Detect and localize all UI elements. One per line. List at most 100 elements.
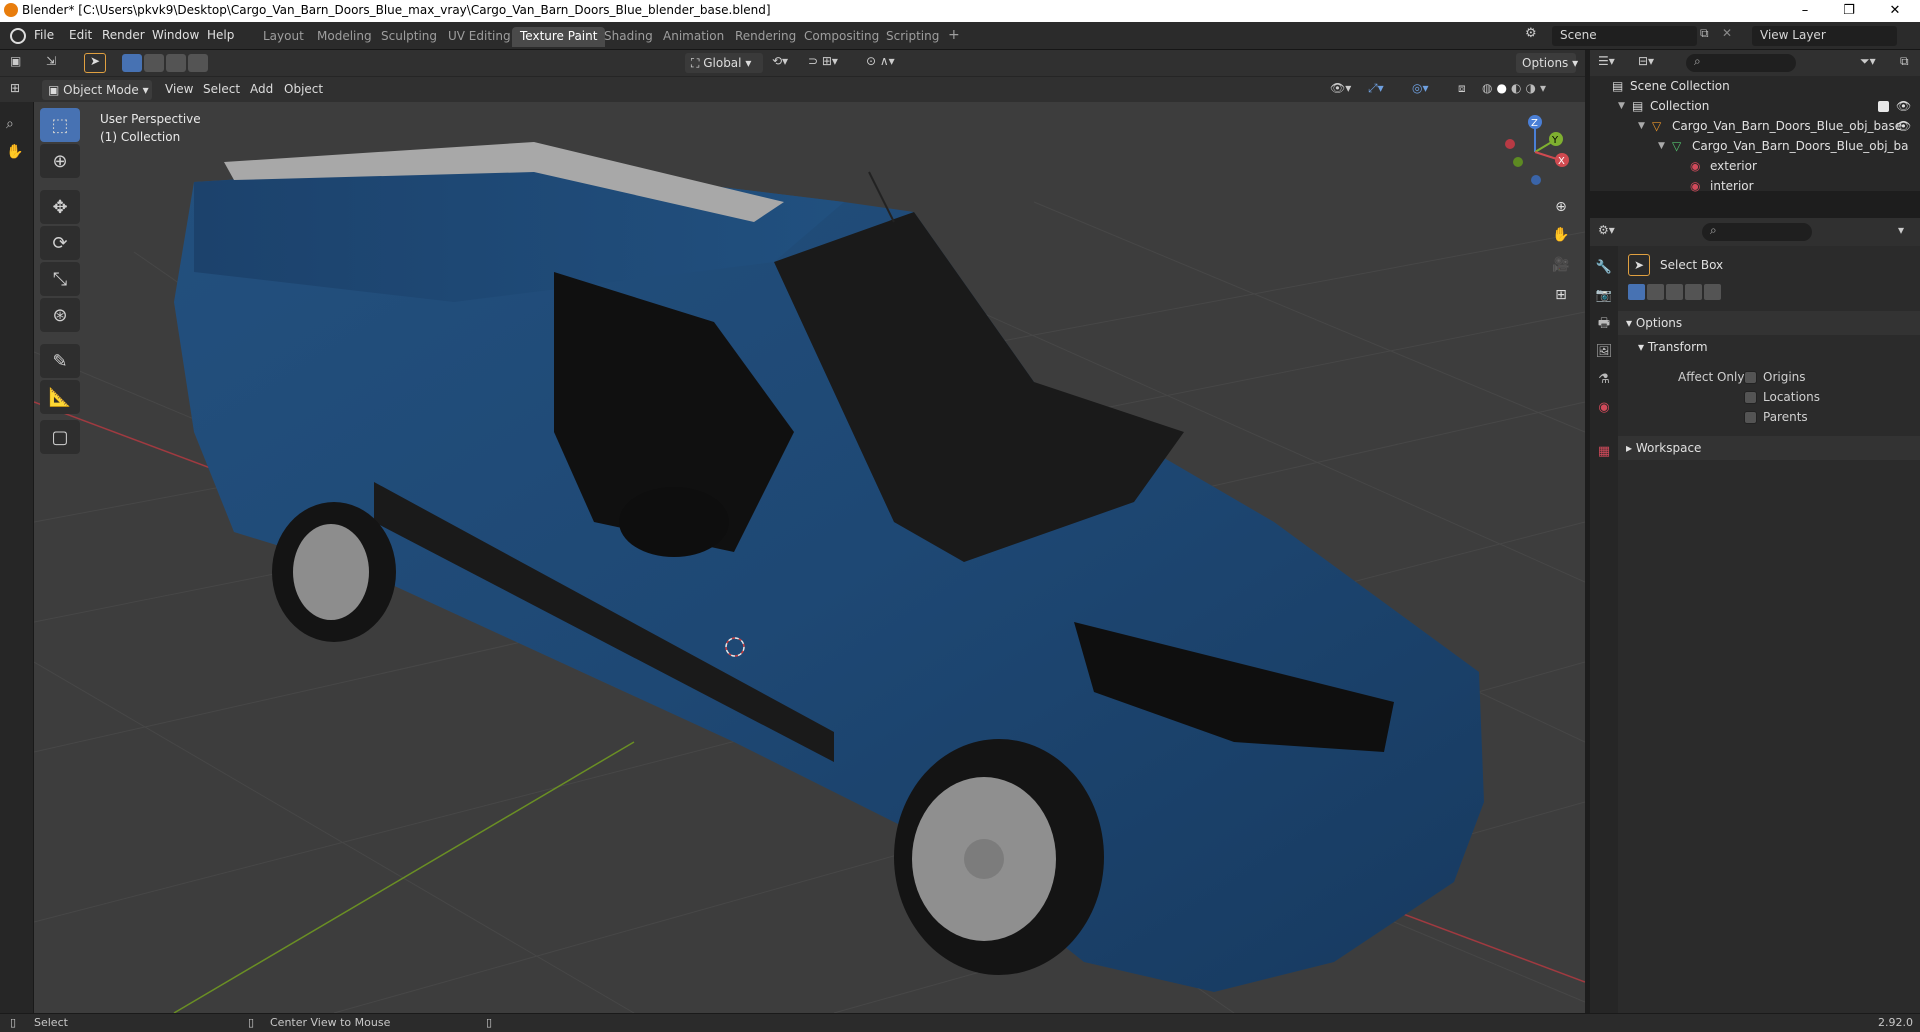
tab-rendering[interactable]: Rendering xyxy=(727,27,804,47)
tab-uv-editing[interactable]: UV Editing xyxy=(440,27,519,47)
filter-icon[interactable]: ⏷▾ xyxy=(1860,54,1876,69)
editor-type-3d-icon[interactable]: ⊞ xyxy=(10,81,30,99)
menu-help[interactable]: Help xyxy=(207,28,234,42)
transform-orientation-dropdown[interactable]: ⛶ Global ▾ xyxy=(685,53,763,73)
outliner-row[interactable]: ▤ Scene Collection xyxy=(1590,76,1920,96)
menu-window[interactable]: Window xyxy=(152,28,199,42)
outliner-row[interactable]: ▼ ▽ Cargo_Van_Barn_Doors_Blue_obj_ba xyxy=(1590,136,1920,156)
menu-view[interactable]: View xyxy=(165,82,193,96)
visibility-icon[interactable]: 👁▾ xyxy=(1330,81,1360,99)
blender-menu-icon[interactable] xyxy=(10,28,26,44)
exclude-checkbox[interactable] xyxy=(1878,101,1889,112)
select-new-icon[interactable] xyxy=(122,54,142,72)
menu-render[interactable]: Render xyxy=(102,28,145,42)
active-tool-icon[interactable]: ➤ xyxy=(84,53,106,73)
scene-tab-icon[interactable]: ⚗ xyxy=(1594,370,1614,390)
zoom-icon[interactable]: ⌕ xyxy=(6,116,14,132)
editor-type-icon[interactable]: ▣ xyxy=(10,54,30,72)
gizmo-toggle-icon[interactable]: ⤢▾ xyxy=(1368,81,1402,99)
menu-file[interactable]: File xyxy=(34,28,54,42)
menu-edit[interactable]: Edit xyxy=(69,28,92,42)
3d-viewport[interactable] xyxy=(34,102,1585,1013)
options-panel-header[interactable]: ▾ Options xyxy=(1618,311,1920,335)
options-dropdown[interactable]: Options ▾ xyxy=(1516,53,1578,73)
eye-icon[interactable]: 👁 xyxy=(1896,116,1911,136)
tool-tab-icon[interactable]: 🔧 xyxy=(1594,258,1614,278)
tool-settings-icon[interactable]: ⇲ xyxy=(46,54,72,72)
material-shading-icon[interactable]: ◐ xyxy=(1511,81,1521,99)
camera-view-icon[interactable]: 🎥 xyxy=(1550,254,1572,276)
render-tab-icon[interactable]: 📷 xyxy=(1594,286,1614,306)
rotate-tool[interactable]: ⟳ xyxy=(40,226,80,260)
mode-difference-icon[interactable] xyxy=(1685,284,1702,300)
select-intersect-icon[interactable] xyxy=(188,54,208,72)
tab-compositing[interactable]: Compositing xyxy=(796,27,887,47)
expand-icon[interactable]: ▼ xyxy=(1638,116,1645,136)
rendered-shading-icon[interactable]: ◑ xyxy=(1525,81,1535,99)
snap-icon[interactable]: ⊃ ⊞▾ xyxy=(808,54,858,72)
workspace-panel-header[interactable]: ▸ Workspace xyxy=(1618,436,1920,460)
outliner-row[interactable]: ◉ exterior xyxy=(1590,156,1920,176)
parents-checkbox[interactable] xyxy=(1744,411,1757,424)
transform-tool[interactable]: ⊛ xyxy=(40,298,80,332)
tab-sculpting[interactable]: Sculpting xyxy=(373,27,445,47)
locations-checkbox[interactable] xyxy=(1744,391,1757,404)
outliner-row[interactable]: ▼ ▽ Cargo_Van_Barn_Doors_Blue_obj_base 👁 xyxy=(1590,116,1920,136)
menu-object[interactable]: Object xyxy=(284,82,323,96)
select-subtract-icon[interactable] xyxy=(166,54,186,72)
shading-options-icon[interactable]: ▾ xyxy=(1540,81,1546,99)
scale-tool[interactable]: ⤡ xyxy=(40,262,80,296)
add-cube-tool[interactable]: ▢ xyxy=(40,420,80,454)
outliner-row[interactable]: ◉ interior xyxy=(1590,176,1920,196)
outliner-editor-icon[interactable]: ☰▾ xyxy=(1598,54,1615,68)
eye-icon[interactable]: 👁 xyxy=(1896,96,1911,116)
pan-icon[interactable]: ✋ xyxy=(6,144,23,160)
solid-shading-icon[interactable]: ● xyxy=(1496,81,1506,99)
properties-search-input[interactable]: ⌕ xyxy=(1702,223,1812,241)
pan-view-icon[interactable]: ✋ xyxy=(1550,224,1572,246)
view-layer-icon[interactable] xyxy=(1727,26,1749,46)
tab-layout[interactable]: Layout xyxy=(255,27,312,47)
wireframe-shading-icon[interactable]: ◍ xyxy=(1482,81,1492,99)
tab-shading[interactable]: Shading xyxy=(596,27,661,47)
minimize-button[interactable]: – xyxy=(1782,0,1828,22)
new-collection-icon[interactable]: ⧉ xyxy=(1900,54,1909,69)
tab-modeling[interactable]: Modeling xyxy=(309,27,380,47)
mode-dropdown[interactable]: ▣ Object Mode ▾ xyxy=(42,80,152,100)
ortho-toggle-icon[interactable]: ⊞ xyxy=(1550,284,1572,306)
view-layer-tab-icon[interactable]: 🖼 xyxy=(1594,342,1614,362)
navigation-gizmo[interactable]: Z Y X xyxy=(1500,112,1575,192)
mode-intersect-icon[interactable] xyxy=(1704,284,1721,300)
proportional-edit-icon[interactable]: ⊙ ∧▾ xyxy=(866,54,910,72)
close-button[interactable]: ✕ xyxy=(1872,0,1918,22)
origins-checkbox[interactable] xyxy=(1744,371,1757,384)
tab-texture-paint[interactable]: Texture Paint xyxy=(512,27,606,47)
move-tool[interactable]: ✥ xyxy=(40,190,80,224)
properties-editor-icon[interactable]: ⚙▾ xyxy=(1598,223,1615,237)
zoom-view-icon[interactable]: ⊕ xyxy=(1550,196,1572,218)
annotate-tool[interactable]: ✎ xyxy=(40,344,80,378)
measure-tool[interactable]: 📐 xyxy=(40,380,80,414)
cursor-tool[interactable]: ⊕ xyxy=(40,144,80,178)
tab-animation[interactable]: Animation xyxy=(655,27,732,47)
mode-extend-icon[interactable] xyxy=(1647,284,1664,300)
transform-subpanel-header[interactable]: ▾ Transform xyxy=(1638,340,1708,354)
xray-icon[interactable]: ⧈ xyxy=(1458,81,1478,99)
mode-subtract-icon[interactable] xyxy=(1666,284,1683,300)
expand-icon[interactable]: ▼ xyxy=(1658,136,1665,156)
tab-scripting[interactable]: Scripting xyxy=(878,27,947,47)
menu-add[interactable]: Add xyxy=(250,82,273,96)
outliner-search-input[interactable]: ⌕ xyxy=(1686,54,1796,72)
display-mode-icon[interactable]: ⊟▾ xyxy=(1638,54,1654,68)
add-workspace-button[interactable]: + xyxy=(940,25,968,45)
output-tab-icon[interactable]: 🖶 xyxy=(1594,314,1614,334)
outliner-row[interactable]: ▼ ▤ Collection 👁 xyxy=(1590,96,1920,116)
scene-icon[interactable]: ⚙ xyxy=(1525,26,1547,46)
new-scene-icon[interactable]: ⧉ xyxy=(1700,26,1716,46)
world-tab-icon[interactable]: ◉ xyxy=(1594,398,1614,418)
expand-icon[interactable]: ▼ xyxy=(1618,96,1625,116)
pivot-point-icon[interactable]: ⟲▾ xyxy=(772,54,804,72)
overlays-toggle-icon[interactable]: ◎▾ xyxy=(1412,81,1446,99)
mode-set-icon[interactable] xyxy=(1628,284,1645,300)
properties-options-icon[interactable]: ▾ xyxy=(1898,223,1904,237)
